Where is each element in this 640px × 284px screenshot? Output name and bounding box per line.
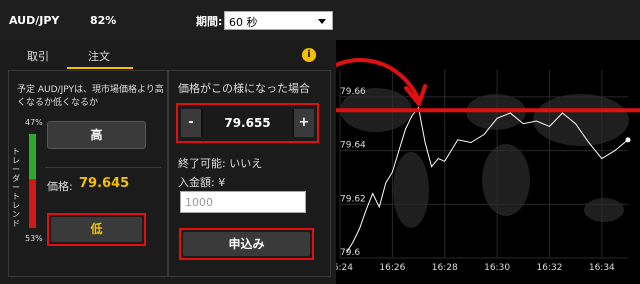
x-tick-label: 16:26 xyxy=(379,263,405,273)
x-tick-label: 16:34 xyxy=(589,263,615,273)
low-button-highlight: 低 xyxy=(47,213,146,246)
period-value: 60 秒 xyxy=(229,16,258,29)
y-tick-label: 79.62 xyxy=(340,194,366,204)
tab-bar: 取引 注文 xyxy=(0,40,336,70)
period-select[interactable]: 60 秒 xyxy=(224,11,333,30)
direction-description: 予定 AUD/JPYは、現市場価格より高くなるか低くなるか xyxy=(17,85,164,108)
target-price-highlight: - 79.655 + xyxy=(176,103,319,143)
current-price: 79.645 xyxy=(79,176,130,191)
price-chart: 79.66 79.64 79.62 79.6 16:24 16:26 16:28 16:30 1… xyxy=(336,40,640,284)
decrement-button[interactable]: - xyxy=(181,109,201,137)
x-tick-label: 16:24 xyxy=(336,263,353,273)
x-tick-label: 16:32 xyxy=(536,263,562,273)
low-button[interactable]: 低 xyxy=(51,217,142,242)
trend-high-fill xyxy=(29,134,36,179)
trader-trend-bar xyxy=(29,134,36,228)
period-label: 期間: xyxy=(196,15,223,28)
increment-button[interactable]: + xyxy=(294,109,314,137)
expiry-text: 終了可能: いいえ xyxy=(178,157,263,170)
map-continent xyxy=(533,94,629,146)
condition-label: 価格がこの様になった場合 xyxy=(178,82,310,95)
map-continent xyxy=(393,152,429,228)
trader-trend-label: トレーダートレンド xyxy=(12,147,20,228)
low-percentage: 53% xyxy=(25,234,43,243)
high-percentage: 47% xyxy=(25,118,43,127)
y-tick-label: 79.6 xyxy=(340,248,360,258)
active-tab-indicator xyxy=(67,67,133,69)
target-price-value[interactable]: 79.655 xyxy=(203,109,292,137)
map-continent xyxy=(584,198,624,222)
amount-input[interactable]: 1000 xyxy=(180,191,306,213)
chevron-down-icon xyxy=(318,19,326,24)
x-tick-label: 16:30 xyxy=(484,263,510,273)
x-tick-label: 16:28 xyxy=(432,263,458,273)
map-continent xyxy=(482,144,530,216)
target-price-stepper: - 79.655 + xyxy=(181,109,314,137)
y-tick-label: 79.66 xyxy=(340,87,366,97)
payout-rate: 82% xyxy=(90,14,117,27)
info-icon[interactable]: i xyxy=(302,48,316,62)
top-bar: AUD/JPY 82% 期間: 60 秒 xyxy=(0,0,640,40)
divider xyxy=(45,167,161,168)
y-tick-label: 79.64 xyxy=(340,141,366,151)
asset-pair: AUD/JPY xyxy=(9,14,60,27)
last-price-point xyxy=(625,137,631,143)
apply-button[interactable]: 申込み xyxy=(183,232,310,256)
trend-low-fill xyxy=(29,179,36,228)
apply-button-highlight: 申込み xyxy=(179,228,314,260)
tab-trade[interactable]: 取引 xyxy=(27,48,49,64)
high-button[interactable]: 高 xyxy=(47,121,146,149)
price-label: 価格: xyxy=(47,180,73,193)
tab-order[interactable]: 注文 xyxy=(88,48,110,64)
amount-label: 入金額: ¥ xyxy=(178,176,226,189)
